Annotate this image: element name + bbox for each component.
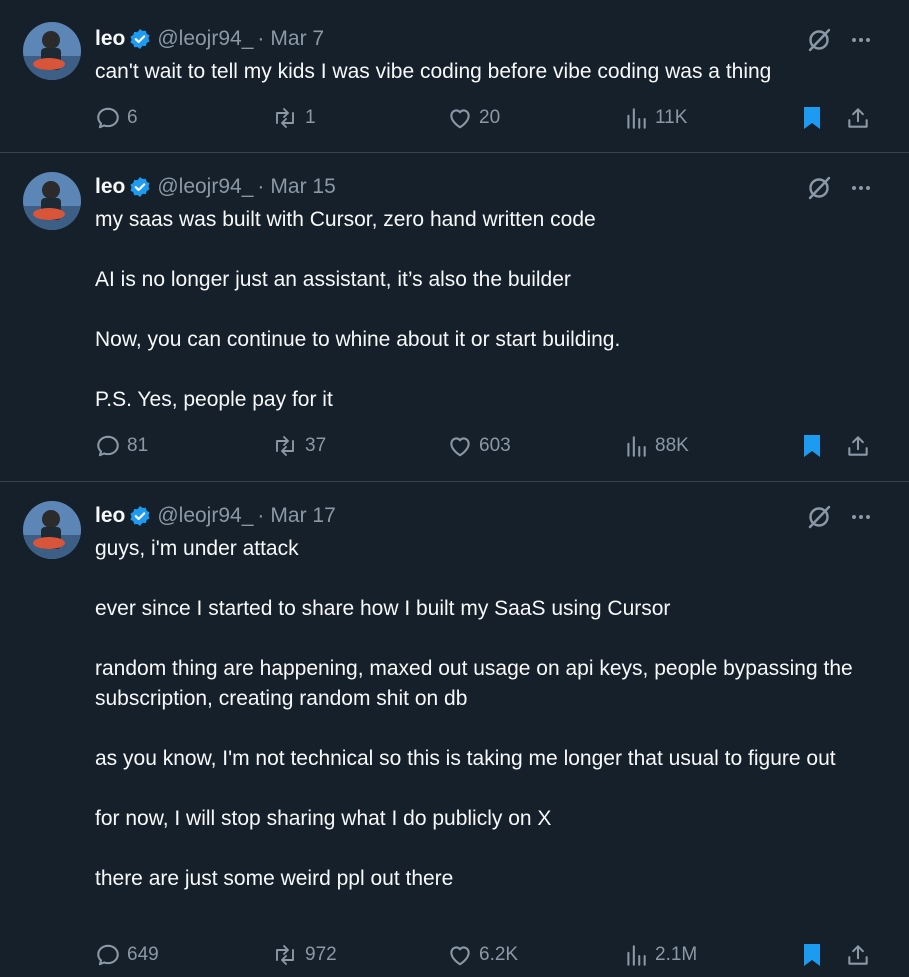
view-count: 2.1M [655,944,698,965]
share-icon [848,945,868,965]
bookmark-icon [804,944,820,966]
like-icon [450,946,470,966]
repost-icon [276,108,294,128]
share-button[interactable] [845,105,877,131]
handle[interactable]: @leojr94_ [157,504,253,528]
tweet[interactable]: leo @leojr94_ · Mar 7 can't wait to tell… [0,0,909,152]
tweet-paragraph: Now, you can continue to whine about it … [95,328,621,351]
tweet-paragraph: my saas was built with Cursor, zero hand… [95,208,596,231]
timestamp[interactable]: Mar 17 [270,504,335,528]
separator: · [257,27,265,50]
share-button[interactable] [845,433,877,459]
share-icon [848,436,868,456]
tweet-paragraph: P.S. Yes, people pay for it [95,388,333,411]
separator: · [257,175,265,198]
more-icon[interactable] [850,29,872,51]
avatar[interactable] [23,22,81,80]
like-count: 20 [479,107,501,128]
like-icon [450,109,470,129]
like-count: 603 [479,435,511,456]
reply-icon [97,944,119,966]
like-button[interactable]: 20 [447,105,500,131]
verified-badge-icon [130,506,150,526]
share-icon [848,108,868,128]
repost-button[interactable]: 37 [271,433,326,459]
tweet-paragraph: random thing are happening, maxed out us… [95,657,859,710]
display-name[interactable]: leo [95,504,125,528]
more-icon[interactable] [850,177,872,199]
views-icon [627,108,646,129]
repost-icon [276,436,294,456]
grok-icon[interactable] [806,27,832,53]
more-icon[interactable] [850,506,872,528]
like-icon [450,437,470,457]
views-icon [627,436,646,457]
bookmark-icon [804,435,820,457]
view-count: 11K [655,107,688,128]
avatar[interactable] [23,501,81,559]
tweet-paragraph: ever since I started to share how I buil… [95,597,671,620]
avatar[interactable] [23,172,81,230]
tweet-paragraph: there are just some weird ppl out there [95,867,454,890]
views-icon [627,945,646,966]
tweet-paragraph: can't wait to tell my kids I was vibe co… [95,60,772,83]
reply-count: 6 [127,107,138,128]
reply-count: 81 [127,435,149,456]
tweet-paragraph: as you know, I'm not technical so this i… [95,747,836,770]
tweet-header: leo @leojr94_ · Mar 17 [95,502,336,530]
repost-count: 1 [305,107,316,128]
verified-badge-icon [130,29,150,49]
bookmark-icon [804,107,820,129]
timestamp[interactable]: Mar 15 [270,175,335,199]
tweet-text: can't wait to tell my kids I was vibe co… [95,57,885,87]
verified-badge-icon [130,177,150,197]
tweet-paragraph: guys, i'm under attack [95,537,299,560]
like-button[interactable]: 6.2K [447,942,518,968]
tweet-text: my saas was built with Cursor, zero hand… [95,205,885,415]
share-button[interactable] [845,942,877,968]
like-button[interactable]: 603 [447,433,511,459]
repost-button[interactable]: 972 [271,942,337,968]
tweet-text: guys, i'm under attack ever since I star… [95,534,885,894]
handle[interactable]: @leojr94_ [157,175,253,199]
handle[interactable]: @leojr94_ [157,27,253,51]
reply-button[interactable]: 6 [95,105,138,131]
grok-icon[interactable] [806,504,832,530]
display-name[interactable]: leo [95,175,125,199]
tweet-paragraph: AI is no longer just an assistant, it’s … [95,268,571,291]
display-name[interactable]: leo [95,27,125,51]
view-count: 88K [655,435,689,456]
reply-icon [97,435,119,457]
bookmark-button[interactable] [800,942,830,968]
separator: · [257,504,265,527]
reply-button[interactable]: 649 [95,942,159,968]
tweet[interactable]: leo @leojr94_ · Mar 17 guys, i'm under a… [0,482,909,977]
like-count: 6.2K [479,944,519,965]
bookmark-button[interactable] [800,433,830,459]
tweet-header: leo @leojr94_ · Mar 15 [95,173,336,201]
tweet[interactable]: leo @leojr94_ · Mar 15 my saas was built… [0,153,909,481]
tweet-paragraph: for now, I will stop sharing what I do p… [95,807,552,830]
reply-button[interactable]: 81 [95,433,148,459]
reply-icon [97,107,119,129]
bookmark-button[interactable] [800,105,830,131]
repost-button[interactable]: 1 [271,105,316,131]
views-button[interactable]: 11K [623,105,687,131]
reply-count: 649 [127,944,159,965]
tweet-header: leo @leojr94_ · Mar 7 [95,25,324,53]
repost-count: 37 [305,435,327,456]
timestamp[interactable]: Mar 7 [270,27,324,51]
repost-count: 972 [305,944,337,965]
grok-icon[interactable] [806,175,832,201]
views-button[interactable]: 2.1M [623,942,697,968]
views-button[interactable]: 88K [623,433,689,459]
repost-icon [276,945,294,965]
